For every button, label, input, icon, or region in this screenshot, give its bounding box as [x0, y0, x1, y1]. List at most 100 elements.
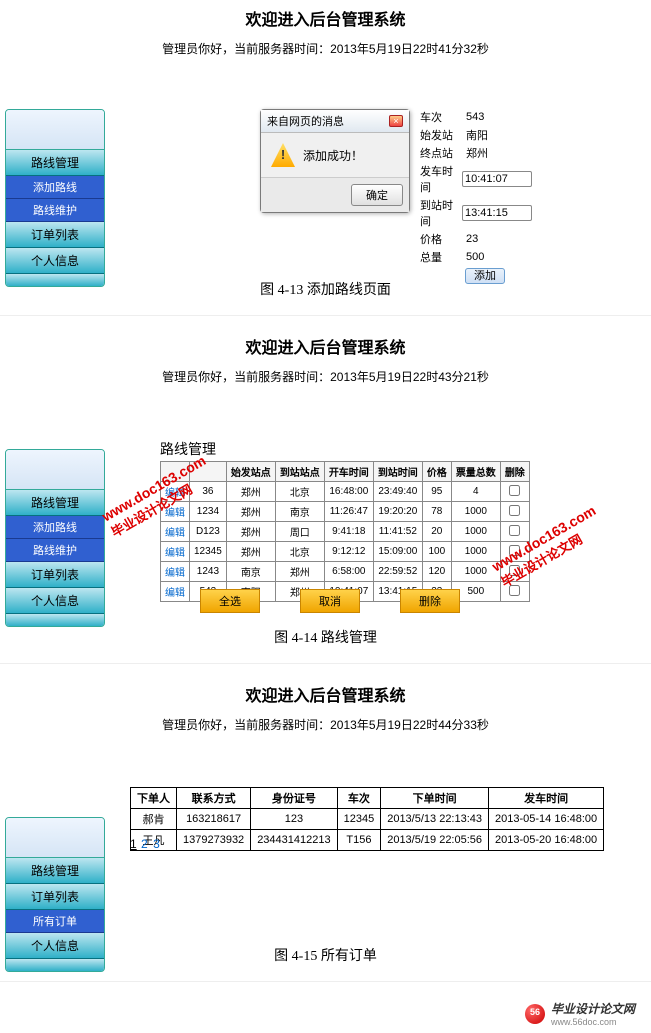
nav-orders[interactable]: 订单列表	[6, 562, 104, 588]
cell-price: 20	[422, 522, 451, 542]
cell-to: 南京	[275, 502, 324, 522]
add-button[interactable]: 添加	[465, 268, 505, 284]
cell-delete	[500, 562, 529, 582]
cell-dep: 9:41:18	[324, 522, 373, 542]
page-current[interactable]: 1	[130, 837, 137, 851]
page-link[interactable]: 3	[153, 837, 160, 851]
select-all-button[interactable]: 全选	[200, 589, 260, 613]
table-row: 郝肯163218617123123452013/5/13 22:13:43201…	[131, 809, 604, 830]
cell-delete	[500, 502, 529, 522]
section-all-orders: 欢迎进入后台管理系统 管理员你好，当前服务器时间：2013年5月19日22时44…	[0, 676, 651, 982]
page-title: 欢迎进入后台管理系统	[0, 676, 651, 712]
arr-label: 到站时间	[420, 197, 462, 229]
footer-text-block: 毕业设计论文网 www.56doc.com	[551, 1000, 635, 1027]
table-row: 编辑1243南京郑州6:58:0022:59:521201000	[161, 562, 530, 582]
edit-link[interactable]: 编辑	[161, 482, 190, 502]
cell-price: 95	[422, 482, 451, 502]
delete-checkbox[interactable]	[509, 525, 520, 536]
cell-bus: 36	[190, 482, 227, 502]
bus-value: 543	[462, 111, 488, 123]
footer-url: www.56doc.com	[551, 1017, 635, 1027]
delete-checkbox[interactable]	[509, 505, 520, 516]
cell-arr: 15:09:00	[373, 542, 422, 562]
close-icon[interactable]: ×	[389, 115, 403, 127]
delete-checkbox[interactable]	[509, 545, 520, 556]
nav-orders[interactable]: 订单列表	[6, 222, 104, 248]
end-value: 郑州	[462, 145, 492, 161]
cell-delete	[500, 482, 529, 502]
cell-bus: T156	[337, 830, 381, 851]
cell-arr: 11:41:52	[373, 522, 422, 542]
cell-from: 郑州	[226, 502, 275, 522]
section-add-route: 欢迎进入后台管理系统 管理员你好，当前服务器时间：2013年5月19日22时41…	[0, 0, 651, 316]
order-table: 下单人联系方式身份证号车次下单时间发车时间 郝肯1632186171231234…	[130, 787, 604, 851]
delete-checkbox[interactable]	[509, 485, 520, 496]
cell-arr: 19:20:20	[373, 502, 422, 522]
cell-to: 郑州	[275, 562, 324, 582]
nav-profile[interactable]: 个人信息	[6, 248, 104, 274]
table-header: 到站站点	[275, 462, 324, 482]
nav-add-route[interactable]: 添加路线	[6, 516, 104, 539]
cell-price: 78	[422, 502, 451, 522]
cancel-button[interactable]: 取消	[300, 589, 360, 613]
sidebar-bottom	[6, 959, 104, 971]
nav-profile[interactable]: 个人信息	[6, 933, 104, 959]
cell-delete	[500, 582, 529, 602]
cell-id: 234431412213	[251, 830, 337, 851]
nav-all-orders[interactable]: 所有订单	[6, 910, 104, 933]
edit-link[interactable]: 编辑	[161, 522, 190, 542]
table-row: 编辑D123郑州周口9:41:1811:41:52201000	[161, 522, 530, 542]
table-header: 身份证号	[251, 788, 337, 809]
route-form: 车次543 始发站南阳 终点站郑州 发车时间 到站时间 价格23 总量500 添…	[420, 109, 532, 283]
delete-button[interactable]: 删除	[400, 589, 460, 613]
nav-route-manage[interactable]: 路线管理	[6, 490, 104, 516]
section-route-manage: 欢迎进入后台管理系统 管理员你好，当前服务器时间：2013年5月19日22时43…	[0, 328, 651, 664]
footer-logo-icon	[525, 1004, 545, 1024]
nav-add-route[interactable]: 添加路线	[6, 176, 104, 199]
ok-button[interactable]: 确定	[351, 184, 403, 206]
nav-orders[interactable]: 订单列表	[6, 884, 104, 910]
total-value: 500	[462, 251, 488, 263]
cell-dep: 16:48:00	[324, 482, 373, 502]
cell-dep: 9:12:12	[324, 542, 373, 562]
table-header: 车次	[337, 788, 381, 809]
page-link[interactable]: 2	[141, 837, 148, 851]
cell-bus: D123	[190, 522, 227, 542]
warning-icon	[271, 143, 295, 167]
cell-arr: 22:59:52	[373, 562, 422, 582]
dialog-title-text: 来自网页的消息	[267, 113, 344, 129]
cell-price: 100	[422, 542, 451, 562]
nav-route-manage[interactable]: 路线管理	[6, 150, 104, 176]
dialog-message: 添加成功！	[303, 147, 363, 164]
pager: 1 2 3	[130, 837, 161, 851]
cell-qty: 1000	[451, 502, 500, 522]
cell-qty: 1000	[451, 542, 500, 562]
dialog-body: 添加成功！	[261, 133, 409, 177]
nav-profile[interactable]: 个人信息	[6, 588, 104, 614]
route-table: 始发站点到站站点开车时间到站时间价格票量总数删除 编辑36郑州北京16:48:0…	[160, 461, 530, 602]
cell-qty: 4	[451, 482, 500, 502]
footer-title: 毕业设计论文网	[551, 1000, 635, 1017]
edit-link[interactable]: 编辑	[161, 582, 190, 602]
table-header: 联系方式	[177, 788, 251, 809]
alert-dialog: 来自网页的消息 × 添加成功！ 确定	[260, 109, 410, 213]
nav-route-maintain[interactable]: 路线维护	[6, 199, 104, 222]
dep-input[interactable]	[462, 171, 532, 187]
cell-dtime: 2013-05-20 16:48:00	[489, 830, 604, 851]
nav-route-maintain[interactable]: 路线维护	[6, 539, 104, 562]
content-body: 路线管理 添加路线 路线维护 订单列表 个人信息 来自网页的消息 × 添加成功！…	[0, 61, 651, 271]
cell-to: 周口	[275, 522, 324, 542]
table-header	[161, 462, 190, 482]
table-header: 发车时间	[489, 788, 604, 809]
start-label: 始发站	[420, 127, 462, 143]
edit-link[interactable]: 编辑	[161, 542, 190, 562]
edit-link[interactable]: 编辑	[161, 562, 190, 582]
delete-checkbox[interactable]	[509, 565, 520, 576]
content-body: 路线管理 订单列表 所有订单 个人信息 下单人联系方式身份证号车次下单时间发车时…	[0, 737, 651, 937]
nav-route-manage[interactable]: 路线管理	[6, 858, 104, 884]
edit-link[interactable]: 编辑	[161, 502, 190, 522]
arr-input[interactable]	[462, 205, 532, 221]
delete-checkbox[interactable]	[509, 585, 520, 596]
cell-delete	[500, 542, 529, 562]
bus-label: 车次	[420, 109, 462, 125]
